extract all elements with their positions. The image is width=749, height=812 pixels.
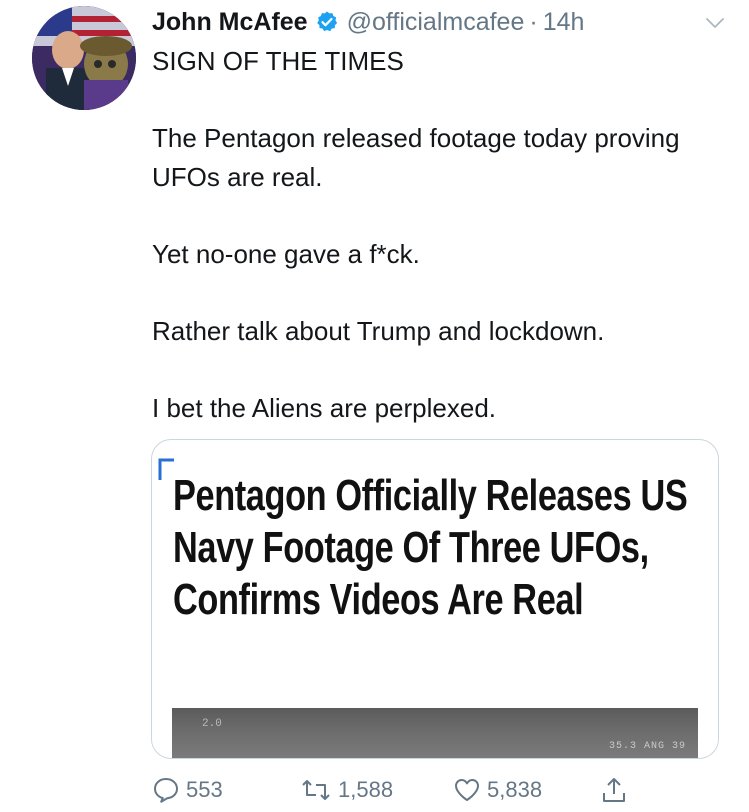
retweet-button[interactable]: 1,588 (300, 771, 393, 809)
tweet-text: SIGN OF THE TIMES The Pentagon released … (152, 46, 680, 423)
tweet-header: John McAfee @officialmcafee · 14h (152, 4, 732, 40)
separator-dot: · (529, 7, 538, 36)
video-thumbnail[interactable]: 2.0 35.3 ANG 39 (172, 708, 698, 758)
like-button[interactable]: 5,838 (453, 771, 542, 809)
retweet-count: 1,588 (338, 777, 394, 802)
display-name[interactable]: John McAfee (152, 8, 308, 37)
reply-count: 553 (186, 777, 223, 802)
verified-badge-icon (315, 10, 339, 34)
like-count: 5,838 (487, 777, 543, 802)
video-hud-left: 2.0 (202, 718, 222, 730)
reply-icon (154, 778, 178, 803)
timestamp[interactable]: 14h (543, 8, 585, 37)
reply-button[interactable]: 553 (152, 771, 223, 809)
avatar[interactable] (32, 6, 136, 110)
heart-icon (455, 779, 479, 801)
handle[interactable]: @officialmcafee (347, 8, 525, 37)
share-button[interactable] (600, 771, 628, 809)
avatar-image (32, 6, 136, 110)
retweet-icon (302, 780, 330, 800)
tweet-actions: 553 1,588 5,838 (152, 771, 712, 809)
link-card[interactable]: Pentagon Officially Releases US Navy Foo… (151, 439, 719, 759)
share-icon (603, 778, 625, 802)
video-hud-right: 35.3 ANG 39 (608, 741, 686, 752)
chevron-down-icon[interactable] (704, 12, 726, 34)
card-headline: Pentagon Officially Releases US Navy Foo… (173, 471, 688, 624)
